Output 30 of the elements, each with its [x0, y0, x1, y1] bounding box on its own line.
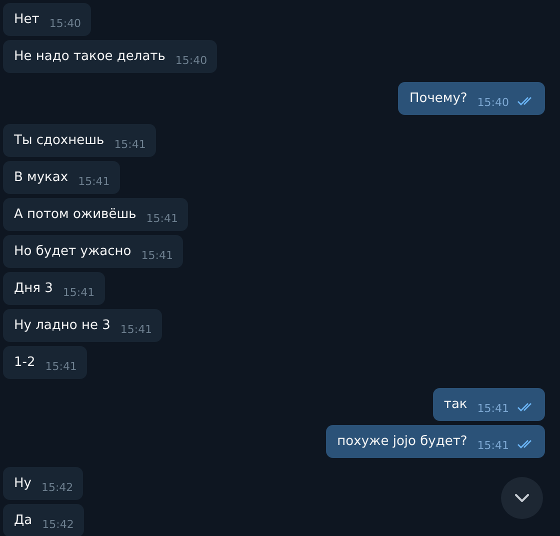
- message-text: Да: [14, 514, 32, 527]
- message-text: Ну: [14, 477, 32, 490]
- message-text: Нет: [14, 13, 40, 26]
- scroll-down-button[interactable]: [501, 477, 543, 519]
- message-time: 15:41: [477, 440, 509, 451]
- message-text: А потом оживёшь: [14, 208, 136, 221]
- message-text: Но будет ужасно: [14, 245, 132, 258]
- message-time: 15:40: [175, 55, 208, 66]
- message-text: так: [444, 398, 468, 411]
- message-time: 15:41: [78, 176, 110, 187]
- message-time: 15:41: [62, 287, 95, 298]
- message-time: 15:42: [42, 519, 74, 530]
- message-text: Почему?: [409, 92, 468, 105]
- chevron-down-icon: [515, 494, 529, 502]
- message-time: 15:42: [41, 482, 74, 493]
- message-time: 15:41: [114, 139, 146, 150]
- message-text: Ты сдохнешь: [14, 134, 104, 147]
- message-time: 15:40: [49, 18, 82, 29]
- message-text: 1-2: [14, 356, 36, 369]
- message-time: 15:41: [477, 403, 509, 414]
- message-text: похуже jojo будет?: [337, 435, 468, 448]
- message-text: Ну ладно не 3: [14, 319, 110, 332]
- message-time: 15:41: [120, 324, 152, 335]
- message-time: 15:41: [141, 250, 173, 261]
- message-time: 15:41: [146, 213, 178, 224]
- message-time: 15:41: [45, 361, 77, 372]
- message-time: 15:40: [477, 97, 509, 108]
- message-text: В муках: [14, 171, 68, 184]
- message-text: Не надо такое делать: [14, 50, 166, 63]
- message-text: Дня 3: [14, 282, 53, 295]
